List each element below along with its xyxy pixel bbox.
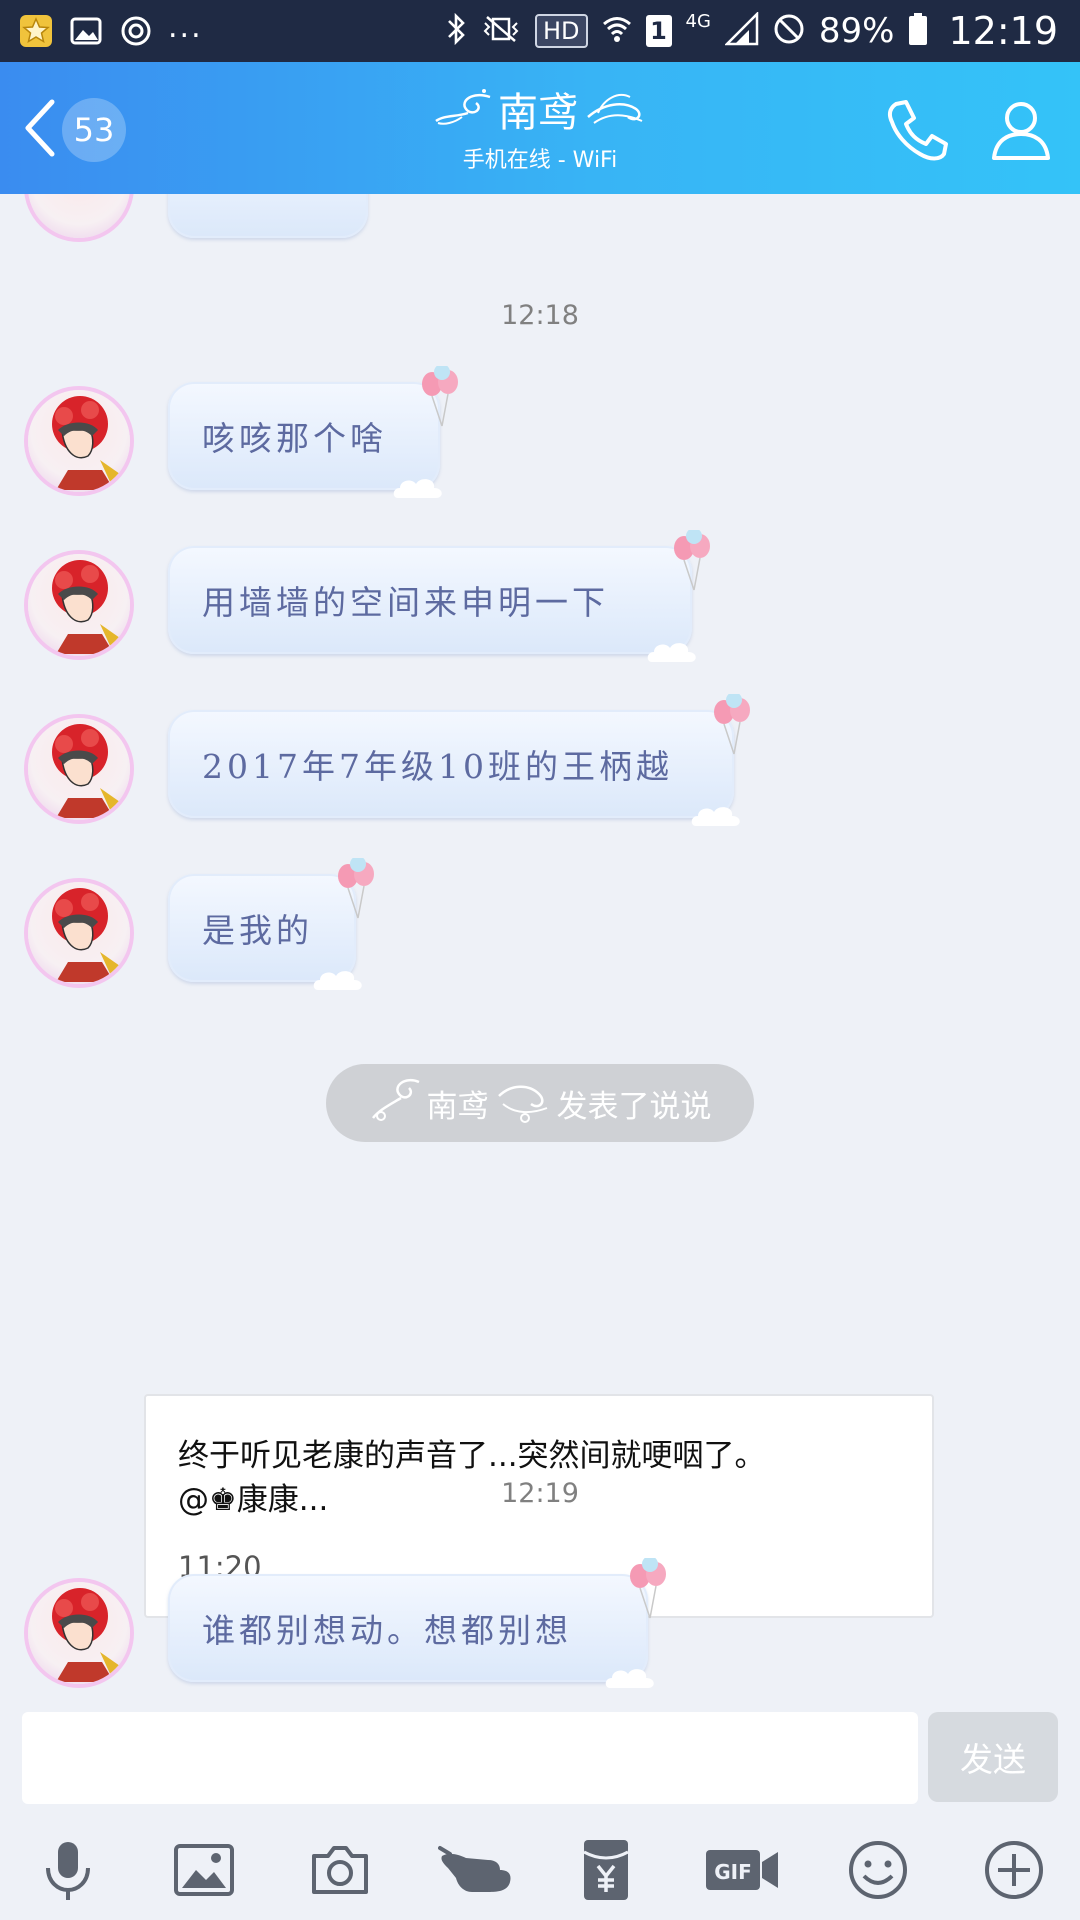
- hd-badge: HD: [534, 14, 588, 48]
- do-not-disturb-icon: [773, 13, 805, 49]
- input-toolbar: GIF: [0, 1810, 1080, 1920]
- plus-icon[interactable]: [982, 1838, 1046, 1902]
- message-bubble[interactable]: 2017年7年级10班的王柄越: [168, 710, 734, 818]
- message-bubble[interactable]: 谁都别想动。想都别想: [168, 1574, 648, 1682]
- battery-percent: 89%: [818, 11, 895, 51]
- swirl-left-icon: [432, 87, 492, 131]
- notice-action: 发表了说说: [556, 1088, 712, 1125]
- emoji-icon[interactable]: [846, 1838, 910, 1902]
- contact-avatar[interactable]: [28, 718, 130, 820]
- balloons-icon: [418, 364, 462, 428]
- mute-vibrate-icon: [481, 13, 521, 49]
- contact-avatar[interactable]: [28, 882, 130, 984]
- timestamp: 12:19: [501, 1478, 579, 1509]
- message-input[interactable]: [22, 1712, 918, 1804]
- swirl-left-icon: [369, 1074, 421, 1132]
- camera-icon[interactable]: [308, 1838, 372, 1902]
- battery-icon: [908, 12, 928, 50]
- bluetooth-icon: [445, 12, 467, 49]
- voice-call-button[interactable]: [882, 96, 952, 166]
- swirl-right-icon: [584, 87, 648, 131]
- message-list[interactable]: 12:18 咳咳那个啥 用墙墙的空间来申明一下 2017年7年级10班的王柄越 …: [0, 194, 1080, 1710]
- cloud-icon: [690, 802, 742, 828]
- balloons-icon: [670, 528, 714, 592]
- person-icon: [986, 102, 1056, 170]
- poke-icon[interactable]: [438, 1838, 516, 1902]
- balloons-icon: [334, 856, 378, 920]
- input-bar: 发送: [0, 1710, 1080, 1804]
- post-text-line1: 终于听见老康的声音了...突然间就哽咽了。: [178, 1438, 766, 1474]
- cloud-icon: [646, 638, 698, 664]
- star-app-icon: [18, 13, 54, 49]
- chat-header: 53 南鸢 手机在线 - WiFi: [0, 62, 1080, 194]
- sync-icon: [118, 13, 154, 49]
- contact-avatar[interactable]: [28, 1582, 130, 1684]
- contact-avatar[interactable]: [28, 390, 130, 492]
- image-icon[interactable]: [172, 1838, 236, 1902]
- message-bubble-partial[interactable]: [168, 194, 368, 238]
- contact-avatar[interactable]: [28, 554, 130, 656]
- cloud-icon: [392, 474, 444, 500]
- phone-icon: [882, 100, 952, 170]
- status-post-notice[interactable]: 南鸢 发表了说说: [326, 1064, 754, 1142]
- svg-text:GIF: GIF: [714, 1860, 752, 1884]
- red-packet-icon[interactable]: [574, 1838, 638, 1902]
- message-bubble[interactable]: 用墙墙的空间来申明一下: [168, 546, 692, 654]
- send-button[interactable]: 发送: [928, 1712, 1058, 1802]
- microphone-icon[interactable]: [36, 1838, 100, 1902]
- balloons-icon: [710, 692, 754, 756]
- cloud-icon: [312, 966, 364, 992]
- network-type: 4G: [685, 10, 711, 32]
- swirl-right-icon: [495, 1074, 551, 1132]
- signal-icon: [723, 10, 759, 50]
- wifi-icon: [602, 14, 632, 48]
- notice-name: 南鸢: [426, 1088, 489, 1125]
- more-notifications: ...: [168, 9, 203, 45]
- gif-icon[interactable]: GIF: [704, 1838, 780, 1902]
- contact-avatar[interactable]: [28, 194, 130, 238]
- balloons-icon: [626, 1556, 670, 1620]
- timestamp: 12:18: [501, 300, 579, 331]
- sim-icon: 1: [645, 15, 672, 47]
- gallery-icon: [68, 13, 104, 49]
- cloud-icon: [604, 1664, 656, 1690]
- profile-button[interactable]: [986, 96, 1056, 166]
- status-bar: ... HD 1 4G 89% 12:19: [0, 0, 1080, 62]
- contact-name: 南鸢: [498, 90, 578, 136]
- status-time: 12:19: [948, 9, 1058, 53]
